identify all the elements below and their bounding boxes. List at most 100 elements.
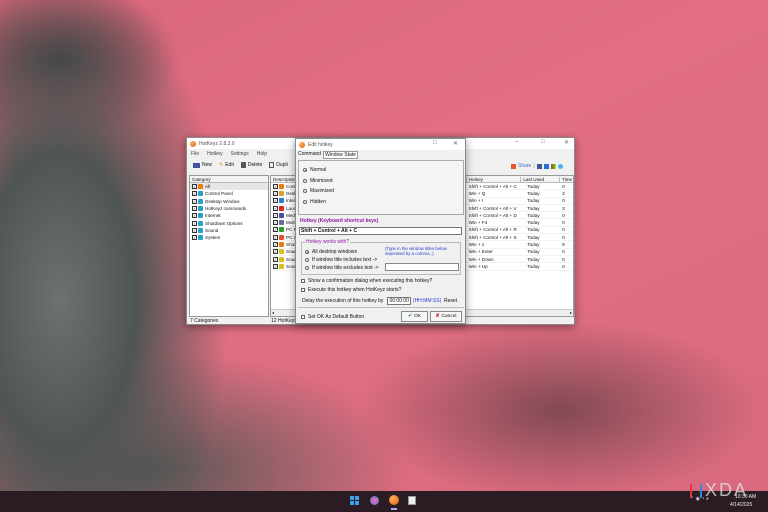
- checkbox[interactable]: ✓: [192, 220, 197, 226]
- cancel-button[interactable]: ✘ Cancel: [430, 311, 462, 322]
- app-icon: [299, 141, 305, 148]
- new-button[interactable]: New: [193, 162, 212, 168]
- xda-watermark: XDA: [690, 480, 748, 501]
- dialog-title-bar: Edit hotkey □ ✕: [296, 139, 465, 150]
- minimize-button[interactable]: –: [515, 139, 518, 145]
- delete-button[interactable]: Delete: [240, 162, 262, 168]
- checkbox[interactable]: ✓: [273, 227, 278, 233]
- category-item[interactable]: ✓ All: [190, 183, 268, 191]
- column-times[interactable]: Time: [560, 177, 573, 182]
- checkbox[interactable]: ✓: [273, 190, 278, 196]
- confirm-checkbox[interactable]: Show a confirmation dialog when executin…: [301, 278, 432, 284]
- works-with-radio[interactable]: If window title includes text ->: [305, 256, 379, 264]
- menu-help[interactable]: Help: [257, 151, 267, 157]
- duplicate-button[interactable]: Dupli: [269, 162, 288, 168]
- folder-icon: [198, 198, 203, 204]
- category-header[interactable]: Category: [190, 176, 268, 183]
- dialog-title: Edit hotkey: [308, 141, 333, 148]
- hotkey-icon: [279, 198, 284, 204]
- menu-file[interactable]: File: [191, 151, 199, 157]
- paint-icon[interactable]: [370, 496, 379, 505]
- share-bar: Share |: [511, 163, 563, 169]
- category-item[interactable]: ✓ System: [190, 234, 268, 241]
- start-button[interactable]: [350, 496, 359, 505]
- app-icon: [190, 140, 196, 147]
- tab-window-state[interactable]: Window State: [323, 151, 358, 159]
- hotkey-icon: [279, 183, 284, 189]
- status-categories: 7 Categories: [190, 318, 219, 324]
- window-title: HotKeyz 2.8.3.0: [199, 140, 235, 147]
- delay-input[interactable]: 00:00:00: [387, 297, 411, 305]
- checkbox[interactable]: ✓: [273, 212, 278, 218]
- window-titles-input[interactable]: [385, 263, 459, 271]
- default-ok-checkbox[interactable]: Set OK As Default Button: [301, 314, 364, 320]
- hotkey-icon: [279, 263, 284, 269]
- category-item[interactable]: ✓ Control Panel: [190, 190, 268, 197]
- window-state-panel: Normal Minimized Maximized Hidden: [298, 160, 464, 215]
- delay-label: Delay the execution of this hotkey by: [302, 298, 384, 304]
- folder-icon: [198, 220, 203, 226]
- state-radio[interactable]: Normal: [303, 165, 463, 176]
- reset-button[interactable]: Reset: [444, 298, 457, 304]
- checkbox[interactable]: ✓: [192, 206, 197, 212]
- checkbox[interactable]: ✓: [273, 198, 278, 204]
- checkbox[interactable]: ✓: [273, 183, 278, 189]
- checkbox[interactable]: ✓: [192, 213, 197, 219]
- works-with-label: Hotkey works with?: [305, 239, 351, 245]
- checkbox[interactable]: ✓: [273, 249, 278, 255]
- folder-icon: [198, 206, 203, 212]
- share-link[interactable]: Share: [518, 163, 531, 169]
- category-item[interactable]: ✓ Shutdown Options: [190, 219, 268, 226]
- category-item[interactable]: ✓ Internet: [190, 212, 268, 219]
- menu-settings[interactable]: Settings: [231, 151, 249, 157]
- checkbox[interactable]: ✓: [192, 184, 197, 190]
- ok-button[interactable]: ✔ OK: [401, 311, 428, 322]
- state-radio[interactable]: Hidden: [303, 197, 463, 208]
- snipping-tool-icon[interactable]: [408, 496, 416, 505]
- tab-command[interactable]: Command: [298, 151, 321, 159]
- category-list[interactable]: Category ✓ All ✓ Control Panel ✓ Desktop Wind…: [189, 175, 269, 317]
- separator: [298, 307, 464, 308]
- maximize-button[interactable]: □: [541, 139, 545, 145]
- scroll-left-arrow[interactable]: ◂: [272, 310, 274, 315]
- works-with-radio[interactable]: If window title excludes text ->: [305, 264, 379, 272]
- checkbox[interactable]: ✓: [273, 205, 278, 211]
- checkbox[interactable]: ✓: [273, 220, 278, 226]
- checkbox[interactable]: ✓: [273, 256, 278, 262]
- folder-icon: [198, 191, 203, 197]
- category-item[interactable]: ✓ Sound: [190, 227, 268, 234]
- edit-button[interactable]: ✎ Edit: [219, 162, 234, 168]
- state-radio[interactable]: Maximized: [303, 186, 463, 197]
- clock-date[interactable]: 4/14/2025: [730, 502, 752, 508]
- menu-hotkey[interactable]: Hotkey: [207, 151, 223, 157]
- checkbox[interactable]: ✓: [192, 227, 197, 233]
- hotkey-icon: [279, 234, 284, 240]
- windows-icon[interactable]: [543, 163, 549, 169]
- checkbox[interactable]: ✓: [192, 198, 197, 204]
- state-radio[interactable]: Minimized: [303, 176, 463, 187]
- scroll-right-arrow[interactable]: ▸: [570, 310, 572, 315]
- hotkeyz-taskbar-icon[interactable]: [389, 495, 399, 505]
- column-last-used[interactable]: Last Used: [521, 176, 561, 182]
- maximize-button[interactable]: □: [433, 140, 437, 146]
- checkbox[interactable]: ✓: [192, 191, 197, 197]
- checkbox[interactable]: ✓: [273, 242, 278, 248]
- google-icon[interactable]: [550, 163, 556, 169]
- run-on-start-checkbox[interactable]: Execute this hotkey when HotKeyz starts?: [301, 287, 401, 293]
- hotkey-input[interactable]: Shift + Control + Alt + C: [299, 227, 462, 235]
- close-button[interactable]: ✕: [453, 140, 458, 147]
- hotkey-icon: [279, 212, 284, 218]
- hotkey-icon: [279, 249, 284, 255]
- hotkey-icon: [279, 227, 284, 233]
- pencil-icon: ✎: [219, 162, 224, 168]
- works-with-radio[interactable]: All desktop windows: [305, 248, 379, 256]
- category-item[interactable]: ✓ Desktop Window: [190, 198, 268, 205]
- checkbox[interactable]: ✓: [273, 263, 278, 269]
- twitter-icon[interactable]: [557, 163, 563, 169]
- category-item[interactable]: ✓ HotKeyz commands: [190, 205, 268, 212]
- close-button[interactable]: ✕: [564, 139, 569, 146]
- checkbox[interactable]: ✓: [192, 235, 197, 241]
- facebook-icon[interactable]: [536, 163, 542, 169]
- column-hotkey[interactable]: Hotkey: [467, 176, 522, 182]
- checkbox[interactable]: ✓: [273, 234, 278, 240]
